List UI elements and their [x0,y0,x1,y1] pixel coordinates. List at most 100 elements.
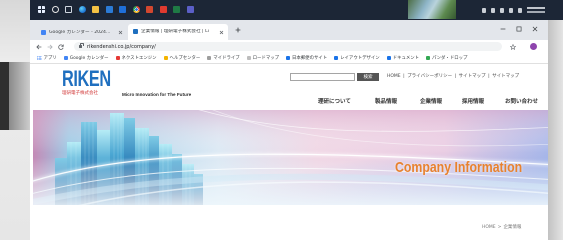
bookmark-label: マイドライブ [213,55,240,61]
nav-contact[interactable]: お問い合わせ [505,99,538,106]
forward-arrow-icon[interactable] [47,44,53,50]
store-icon[interactable] [105,6,113,13]
riken-favicon-icon [133,29,138,34]
breadcrumb-home[interactable]: HOME [482,225,496,231]
hero-title: Company Information [395,159,523,176]
link-separator: | [454,74,457,79]
tab-strip: Google カレンダー - 2024年 1月 18日 企業情報 | 理研電子株… [30,20,548,40]
url-text: rikendenshi.co.jp/company/ [87,43,156,50]
bookmark-favicon-icon [246,56,251,60]
search-button[interactable]: 検索 [357,73,379,81]
monitor-bezel-shadow [0,62,9,130]
bookmark-label: パンダ・ドロップ [432,55,468,61]
bookmark-item[interactable]: マイドライブ [207,55,240,61]
bookmark-favicon-icon [286,56,290,60]
minimize-icon[interactable] [500,26,506,32]
bookmark-item[interactable]: ヘルプセンター [163,55,201,61]
chrome-browser-window: Google カレンダー - 2024年 1月 18日 企業情報 | 理研電子株… [30,20,548,240]
bookmark-item[interactable]: ロードマップ [246,55,279,61]
chevron-up-icon[interactable] [482,8,486,13]
bookmark-star-icon[interactable] [510,43,516,50]
nav-recruit[interactable]: 採用情報 [462,99,484,106]
file-explorer-icon[interactable] [92,6,99,13]
close-tab-icon[interactable] [219,30,224,35]
volume-icon[interactable] [500,8,504,13]
header-utility-links: HOME | プライバシーポリシー | サイトマップ | サイトマップ [387,74,519,80]
link-home[interactable]: HOME [387,74,401,80]
bookmark-label: レイアウトデザイン [340,55,380,61]
web-page: RIKEN 理研電子株式会社 Micro Innovation for The … [30,64,548,240]
bookmark-favicon-icon [426,56,431,60]
bookmark-item[interactable]: パンダ・ドロップ [426,56,467,61]
excel-icon[interactable] [173,6,180,13]
bookmark-favicon-icon [207,56,212,60]
company-name: 理研電子株式会社 [62,91,98,96]
bookmark-item[interactable]: ネクストエンジン [115,55,157,61]
task-view-icon[interactable] [65,6,72,13]
bookmark-item[interactable]: レイアウトデザイン [334,56,380,61]
hero-banner: Company Information [33,110,548,205]
bookmarks-bar: アプリ Google カレンダー ネクストエンジン ヘルプセンター マイドライブ… [30,53,548,64]
apps-grid-icon [37,55,42,61]
url-field[interactable]: rikendenshi.co.jp/company/ [74,42,502,51]
site-search-input[interactable] [290,73,355,81]
powerpoint-icon[interactable] [146,6,153,13]
nav-about[interactable]: 理研について [318,99,351,106]
chrome-icon[interactable] [132,6,140,13]
system-tray [482,7,545,14]
bookmark-label: Google カレンダー [69,55,109,61]
search-icon[interactable] [51,6,59,13]
bookmark-item[interactable]: ドキュメント [386,55,420,61]
battery-icon[interactable] [509,8,513,13]
link-sitemap-2[interactable]: サイトマップ [492,74,519,80]
bookmark-label: 日本郵便のサイト [292,55,328,61]
breadcrumb: HOME > 企業情報 [482,225,521,231]
close-window-icon[interactable] [532,26,538,32]
link-privacy-policy[interactable]: プライバシーポリシー [407,74,452,80]
bookmark-favicon-icon [334,56,339,60]
hero-background-image [33,110,548,205]
bookmark-item[interactable]: Google カレンダー [63,55,109,61]
tab-title: Google カレンダー - 2024年 1月 18日 [49,29,115,35]
bookmark-label: ドキュメント [392,55,420,61]
monitor-surround-right [548,20,563,240]
tab-company-information[interactable]: 企業情報 | 理研電子株式会社 | Li [128,24,228,40]
mail-icon[interactable] [119,6,126,13]
close-tab-icon[interactable] [118,30,123,35]
tab-title: 企業情報 | 理研電子株式会社 | Li [141,29,209,34]
reload-icon[interactable] [58,43,64,50]
link-separator: | [403,74,405,79]
link-sitemap[interactable]: サイトマップ [459,74,486,80]
calendar-favicon-icon [63,56,68,60]
calendar-favicon-icon [41,30,46,35]
edge-icon[interactable] [78,6,86,13]
bookmark-item-apps[interactable]: アプリ [37,56,57,61]
windows-taskbar [30,0,563,20]
bookmark-label: ネクストエンジン [121,55,157,61]
bookmark-favicon-icon [163,56,168,60]
taskbar-pinned-apps [38,6,194,13]
ime-icon[interactable] [518,8,522,13]
clock[interactable] [527,7,545,14]
bookmark-item[interactable]: 日本郵便のサイト [286,56,327,61]
bookmark-label: アプリ [43,55,57,61]
nav-company[interactable]: 企業情報 [420,99,442,106]
nav-products[interactable]: 製品情報 [375,99,397,106]
bookmark-label: ヘルプセンター [169,55,201,61]
new-tab-plus-icon[interactable] [235,27,241,33]
acrobat-icon[interactable] [159,6,167,13]
maximize-icon[interactable] [516,26,522,32]
bookmark-favicon-icon [115,56,120,60]
windows-start-icon[interactable] [38,6,45,13]
bookmark-favicon-icon [386,56,391,60]
lock-icon[interactable] [79,43,84,48]
desktop-wallpaper-thumbnail [408,0,456,19]
network-icon[interactable] [491,8,495,13]
teams-icon[interactable] [186,6,194,13]
profile-avatar[interactable] [530,43,537,50]
riken-logo[interactable]: RIKEN [62,68,111,90]
back-arrow-icon[interactable] [36,44,42,50]
bookmark-label: ロードマップ [252,55,279,61]
breadcrumb-current: 企業情報 [503,225,522,230]
tab-google-calendar[interactable]: Google カレンダー - 2024年 1月 18日 [36,25,126,40]
